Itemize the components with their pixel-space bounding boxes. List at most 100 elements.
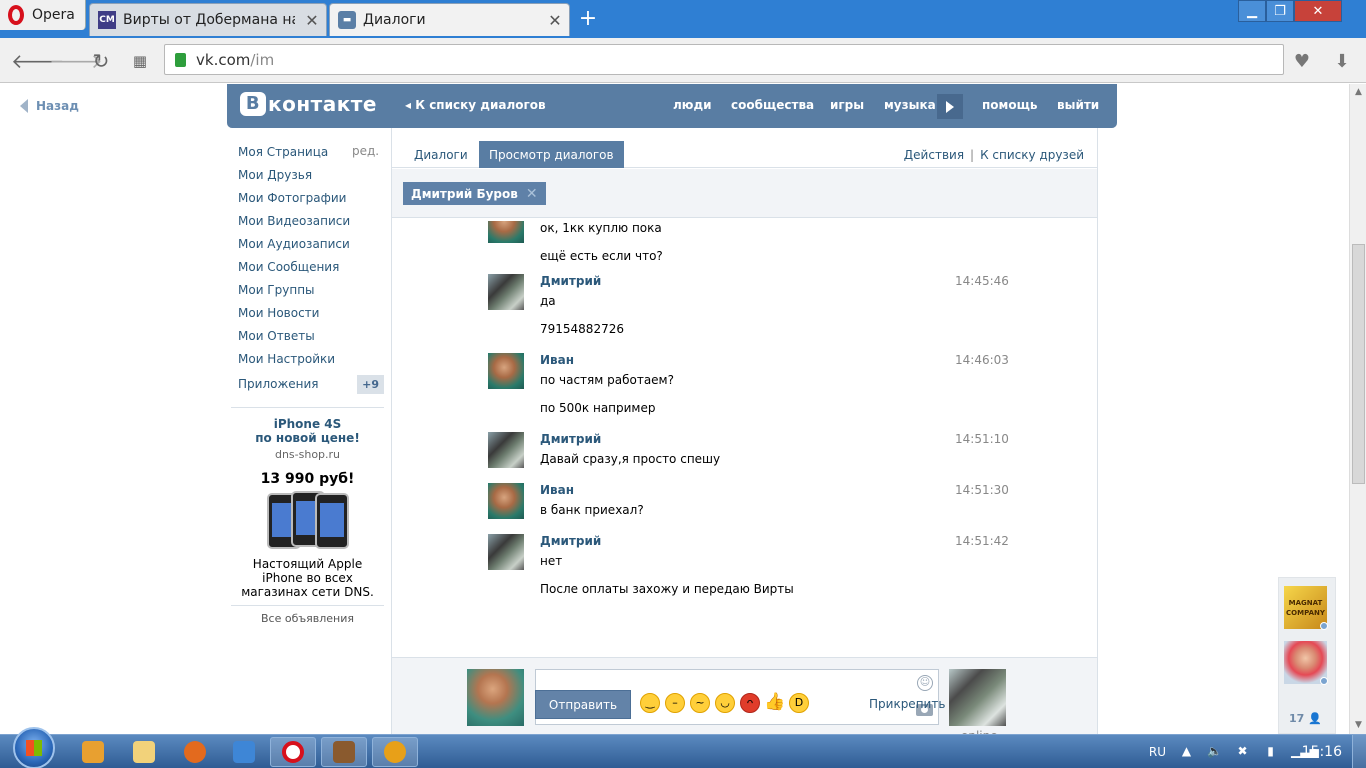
lock-icon bbox=[175, 52, 186, 67]
opera-menu-label: Opera bbox=[32, 7, 75, 23]
avatar[interactable] bbox=[488, 432, 524, 468]
smile-emoji-icon[interactable]: ‿ bbox=[640, 693, 660, 713]
menu-my-settings[interactable]: Мои Настройки bbox=[238, 347, 388, 370]
send-button[interactable]: Отправить bbox=[535, 690, 631, 719]
menu-my-videos[interactable]: Мои Видеозаписи bbox=[238, 209, 388, 232]
back-to-dialogs-link[interactable]: ◂ К списку диалогов bbox=[405, 98, 546, 112]
online-dot-icon bbox=[1320, 677, 1328, 685]
tray-expand-icon[interactable]: ▲ bbox=[1179, 744, 1194, 759]
avatar[interactable] bbox=[488, 221, 524, 243]
actions-separator: | bbox=[970, 148, 975, 162]
menu-my-groups[interactable]: Мои Группы bbox=[238, 278, 388, 301]
vk-logo-letter: В bbox=[240, 92, 266, 116]
menu-edit-link[interactable]: ред. bbox=[352, 140, 379, 163]
message-author[interactable]: Дмитрий bbox=[540, 432, 601, 446]
nav-help[interactable]: помощь bbox=[982, 98, 1037, 112]
back-link[interactable]: Назад bbox=[20, 99, 79, 113]
scroll-down-icon[interactable]: ▼ bbox=[1350, 717, 1366, 734]
im-actions: Действия | К списку друзей bbox=[904, 148, 1084, 162]
confused-emoji-icon[interactable]: – bbox=[665, 693, 685, 713]
url-input[interactable]: vk.com/im bbox=[164, 44, 1284, 75]
back-arrow-icon[interactable]: 🡐 bbox=[11, 48, 65, 74]
menu-my-answers[interactable]: Мои Ответы bbox=[238, 324, 388, 347]
message-author[interactable]: Иван bbox=[540, 353, 574, 367]
mail-taskbar-icon[interactable] bbox=[221, 737, 267, 767]
tab-dialogs-list[interactable]: Диалоги bbox=[404, 141, 478, 168]
show-desktop-button[interactable] bbox=[1352, 735, 1366, 768]
speed-dial-grid-icon[interactable]: ▦ bbox=[127, 48, 153, 74]
nav-communities[interactable]: сообщества bbox=[731, 98, 814, 112]
avatar[interactable] bbox=[488, 274, 524, 310]
network-icon[interactable]: ✖ bbox=[1235, 744, 1250, 759]
nav-games[interactable]: игры bbox=[830, 98, 864, 112]
menu-my-photos[interactable]: Мои Фотографии bbox=[238, 186, 388, 209]
half-life-taskbar-icon[interactable] bbox=[372, 737, 418, 767]
tab-virty[interactable]: CM Вирты от Добермана на г ✕ bbox=[89, 3, 327, 36]
actions-link[interactable]: Действия bbox=[904, 148, 964, 162]
avatar[interactable] bbox=[488, 353, 524, 389]
friends-list-link[interactable]: К списку друзей bbox=[980, 148, 1084, 162]
menu-my-messages[interactable]: Мои Сообщения bbox=[238, 255, 388, 278]
menu-apps-row[interactable]: Приложения +9 bbox=[238, 373, 384, 395]
reload-icon[interactable]: ↻ bbox=[88, 48, 114, 74]
vk-page: Назад В контакте ◂ К списку диалогов люд… bbox=[0, 84, 1349, 743]
avatar[interactable] bbox=[488, 483, 524, 519]
tab-close-icon[interactable]: ✕ bbox=[302, 11, 322, 30]
volume-icon[interactable]: 🔈 bbox=[1207, 744, 1222, 759]
vk-logo[interactable]: В контакте bbox=[240, 92, 377, 116]
laughing-emoji-icon[interactable]: D bbox=[789, 693, 809, 713]
new-tab-button[interactable]: + bbox=[576, 6, 600, 32]
remove-peer-icon[interactable]: ✕ bbox=[526, 186, 538, 202]
menu-my-friends[interactable]: Мои Друзья bbox=[238, 163, 388, 186]
nav-people[interactable]: люди bbox=[673, 98, 712, 112]
all-ads-link[interactable]: Все объявления bbox=[231, 605, 384, 625]
maximize-icon[interactable]: ❐ bbox=[1266, 0, 1294, 22]
forward-arrow-icon[interactable]: 🡒 bbox=[49, 48, 103, 74]
close-window-icon[interactable]: ✕ bbox=[1294, 0, 1342, 22]
firefox-taskbar-icon[interactable] bbox=[172, 737, 218, 767]
ad-block[interactable]: iPhone 4S по новой цене! dns-shop.ru 13 … bbox=[231, 407, 384, 625]
smiley-icon[interactable]: ☺ bbox=[917, 675, 933, 691]
menu-my-news[interactable]: Мои Новости bbox=[238, 301, 388, 324]
online-dot-icon bbox=[1320, 622, 1328, 630]
friends-online-count[interactable]: 17 👤 bbox=[1289, 712, 1322, 725]
tab-dialogs[interactable]: ▬ Диалоги ✕ bbox=[329, 3, 570, 36]
apps-count-badge[interactable]: +9 bbox=[357, 374, 384, 394]
ad-iphone-image[interactable] bbox=[263, 491, 353, 549]
message-author[interactable]: Иван bbox=[540, 483, 574, 497]
start-button[interactable] bbox=[13, 727, 55, 768]
opera-taskbar-icon[interactable] bbox=[270, 737, 316, 767]
attach-link[interactable]: Прикрепить bbox=[869, 697, 945, 711]
scroll-up-icon[interactable]: ▲ bbox=[1350, 84, 1366, 101]
message-history[interactable]: ок, 1кк куплю пока ещё есть если что? Дм… bbox=[392, 221, 1097, 657]
angry-emoji-icon[interactable]: ᴖ bbox=[740, 693, 760, 713]
media-player-taskbar-icon[interactable] bbox=[70, 737, 116, 767]
peer-chip[interactable]: Дмитрий Буров ✕ bbox=[403, 182, 546, 205]
unamused-emoji-icon[interactable]: ~ bbox=[690, 693, 710, 713]
tab-close-icon[interactable]: ✕ bbox=[545, 11, 565, 30]
clock[interactable]: 15:16 bbox=[1302, 744, 1342, 760]
nav-logout[interactable]: выйти bbox=[1057, 98, 1099, 112]
avatar[interactable] bbox=[488, 534, 524, 570]
relieved-emoji-icon[interactable]: ◡ bbox=[715, 693, 735, 713]
message-text: Давай сразу,я просто спешу bbox=[540, 452, 721, 466]
nav-music[interactable]: музыка bbox=[884, 98, 936, 112]
message-author[interactable]: Дмитрий bbox=[540, 534, 601, 548]
language-indicator[interactable]: RU bbox=[1149, 745, 1166, 759]
opera-menu-button[interactable]: Opera bbox=[0, 0, 86, 30]
power-icon[interactable]: ▮ bbox=[1263, 744, 1278, 759]
app-taskbar-icon[interactable] bbox=[321, 737, 367, 767]
thumbs-up-emoji-icon[interactable]: 👍 bbox=[764, 693, 785, 713]
message-author[interactable]: Дмитрий bbox=[540, 274, 601, 288]
ad-title[interactable]: iPhone 4S по новой цене! bbox=[231, 417, 384, 445]
scroll-thumb[interactable] bbox=[1352, 244, 1365, 484]
explorer-taskbar-icon[interactable] bbox=[121, 737, 167, 767]
menu-apps[interactable]: Приложения bbox=[238, 377, 319, 391]
music-play-button[interactable] bbox=[937, 94, 963, 119]
download-icon[interactable]: ⬇ bbox=[1327, 46, 1357, 76]
page-scrollbar[interactable]: ▲ ▼ bbox=[1349, 84, 1366, 734]
heart-icon[interactable]: ♥ bbox=[1287, 46, 1317, 76]
menu-my-audio[interactable]: Мои Аудиозаписи bbox=[238, 232, 388, 255]
tab-dialog-view[interactable]: Просмотр диалогов bbox=[479, 141, 624, 168]
minimize-icon[interactable]: ▁ bbox=[1238, 0, 1266, 22]
